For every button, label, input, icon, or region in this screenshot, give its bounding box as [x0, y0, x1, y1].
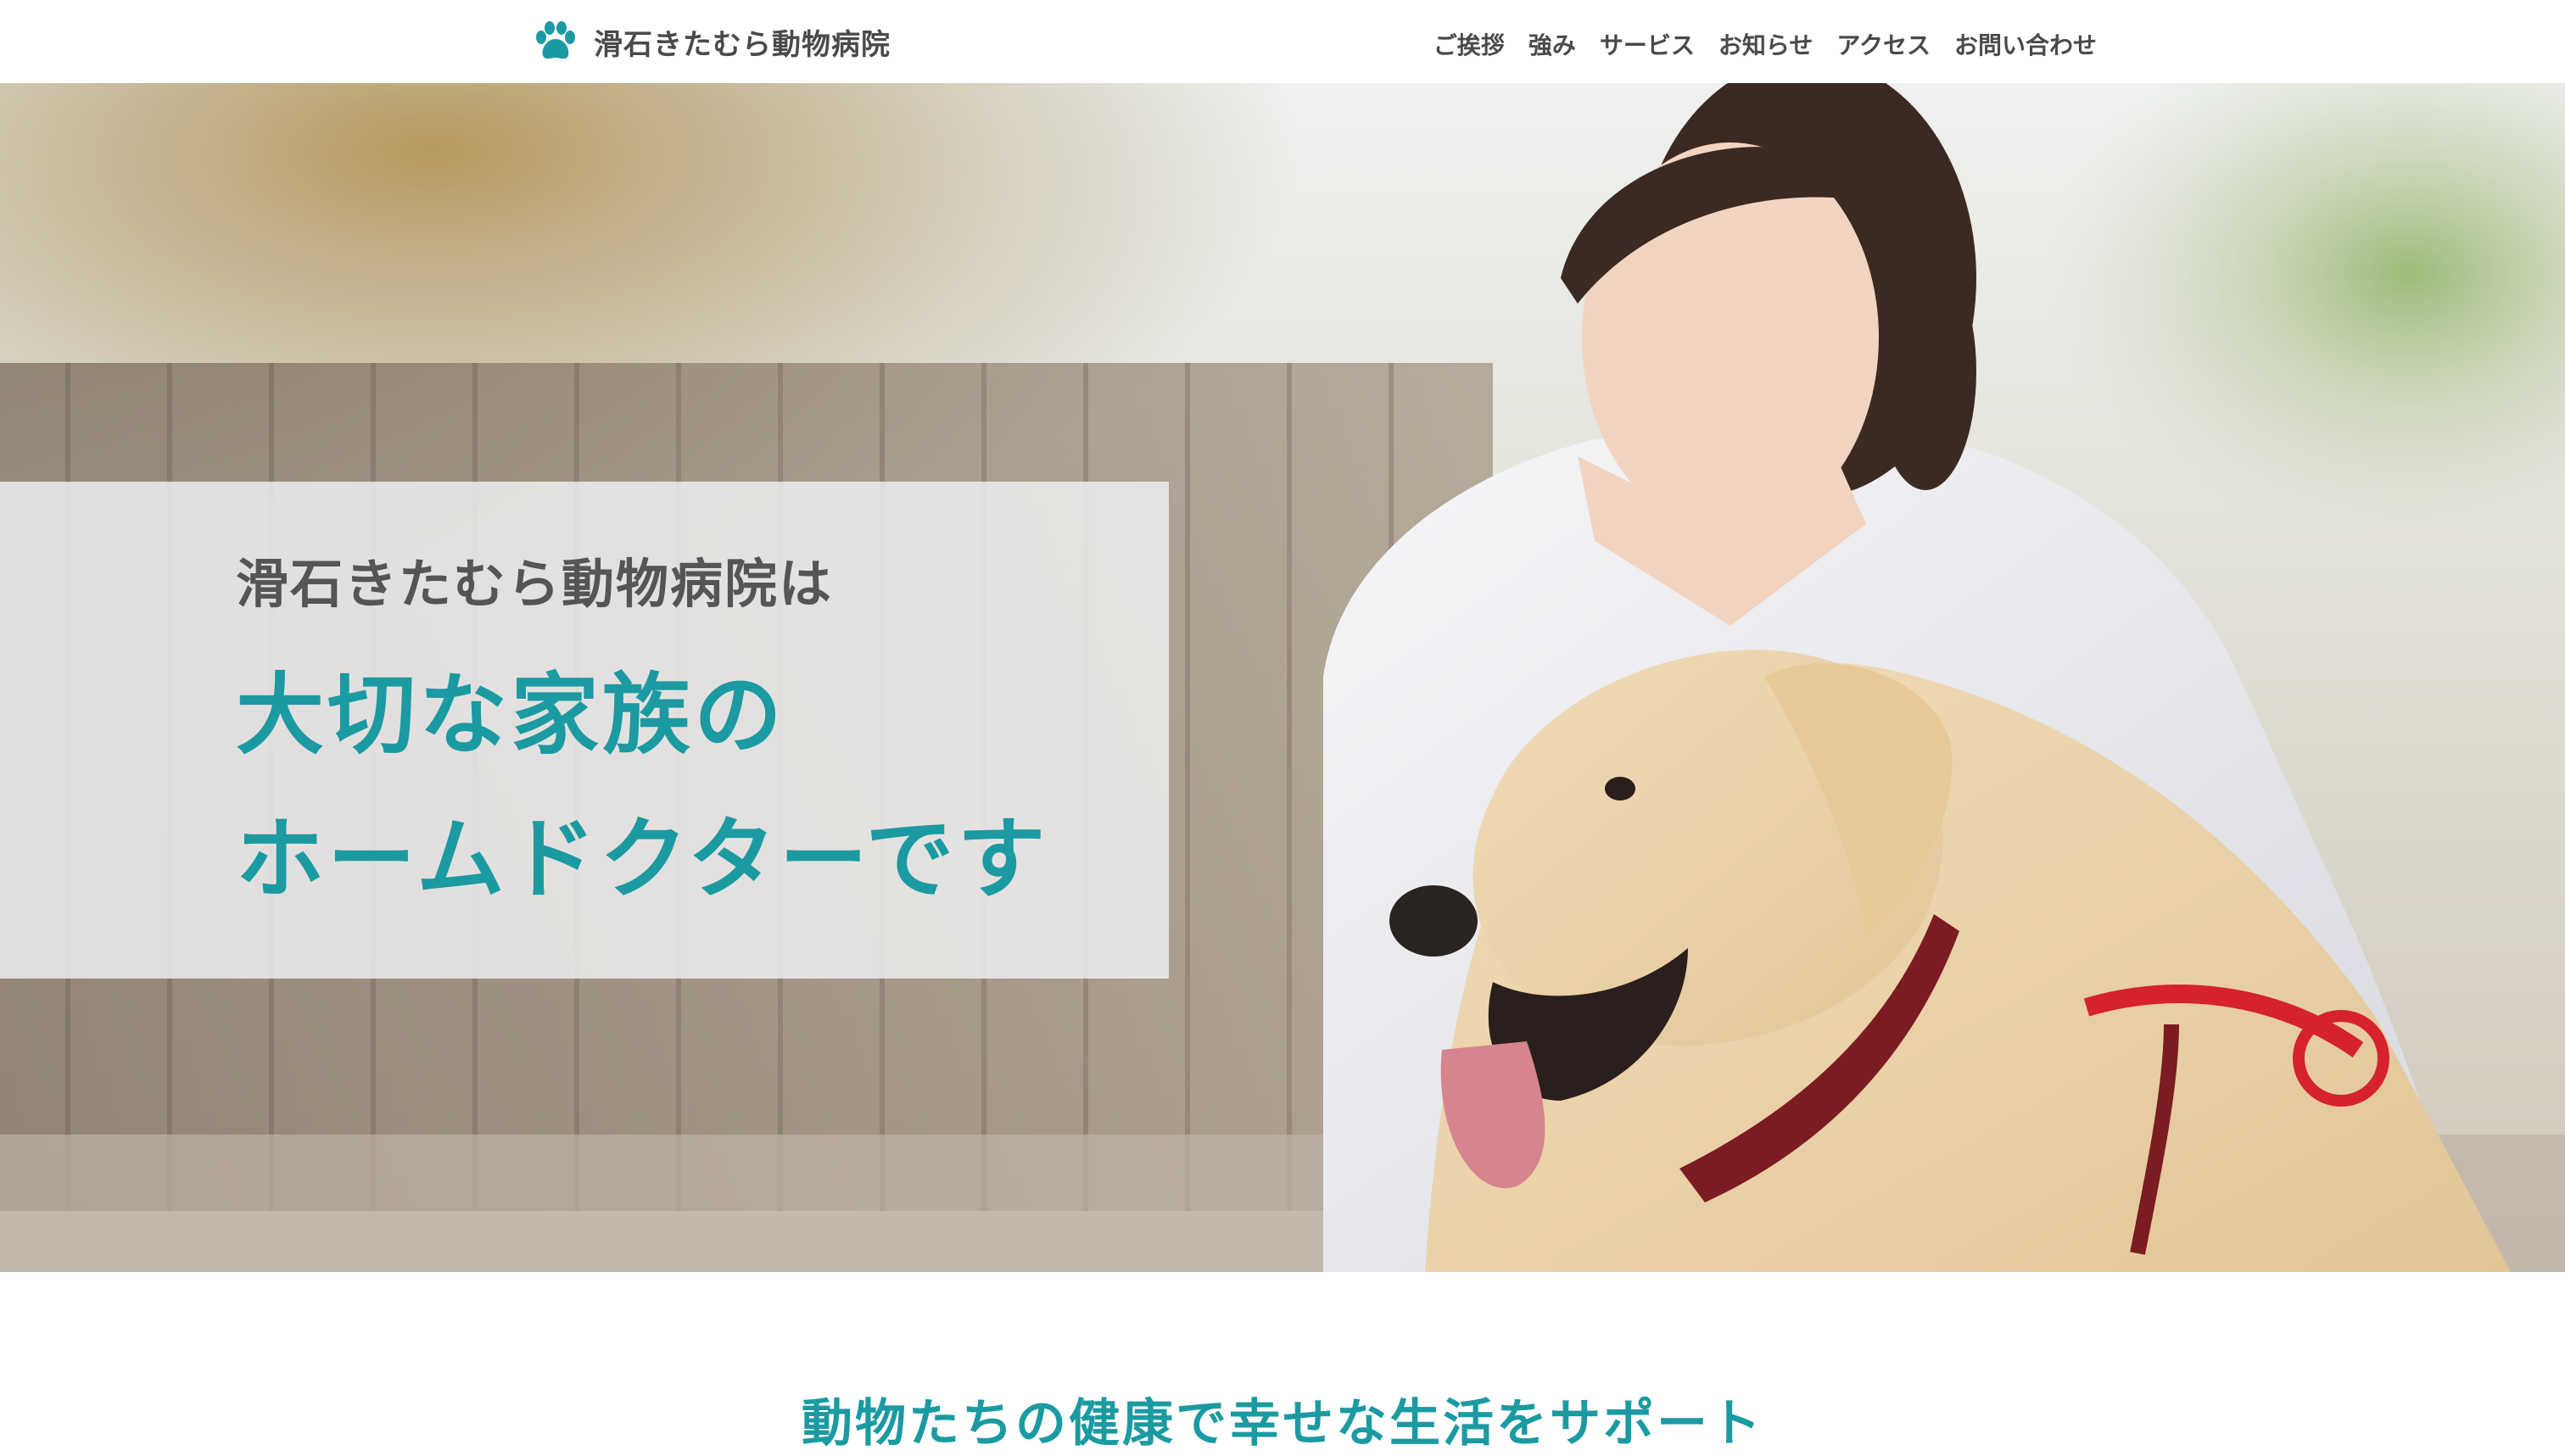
- hero-text-panel: 滑石きたむら動物病院は 大切な家族の ホームドクターです: [0, 482, 1169, 979]
- brand-logo-link[interactable]: 滑石きたむら動物病院: [533, 17, 891, 66]
- main-nav: ご挨拶 強み サービス お知らせ アクセス お問い合わせ: [1433, 27, 2097, 61]
- hero-title: 大切な家族の ホームドクターです: [236, 643, 1048, 931]
- paw-icon: [536, 21, 575, 59]
- brand-name: 滑石きたむら動物病院: [594, 27, 891, 62]
- nav-item-services[interactable]: サービス: [1600, 27, 1695, 61]
- nav-item-contact[interactable]: お問い合わせ: [1954, 27, 2097, 61]
- site-header: 滑石きたむら動物病院 ご挨拶 強み サービス お知らせ アクセス お問い合わせ: [0, 0, 2565, 83]
- nav-item-strengths[interactable]: 強み: [1528, 27, 1576, 61]
- hero-section: 滑石きたむら動物病院は 大切な家族の ホームドクターです: [0, 83, 2565, 1272]
- nav-item-access[interactable]: アクセス: [1836, 27, 1931, 61]
- nav-item-greeting[interactable]: ご挨拶: [1433, 27, 1505, 61]
- section-heading: 動物たちの健康で幸せな生活をサポート: [802, 1394, 1763, 1453]
- hero-title-line-1: 大切な家族の: [236, 663, 786, 767]
- hero-lead: 滑石きたむら動物病院は: [236, 553, 834, 615]
- nav-item-news[interactable]: お知らせ: [1718, 27, 1813, 61]
- hero-title-line-2: ホームドクターです: [236, 807, 1049, 911]
